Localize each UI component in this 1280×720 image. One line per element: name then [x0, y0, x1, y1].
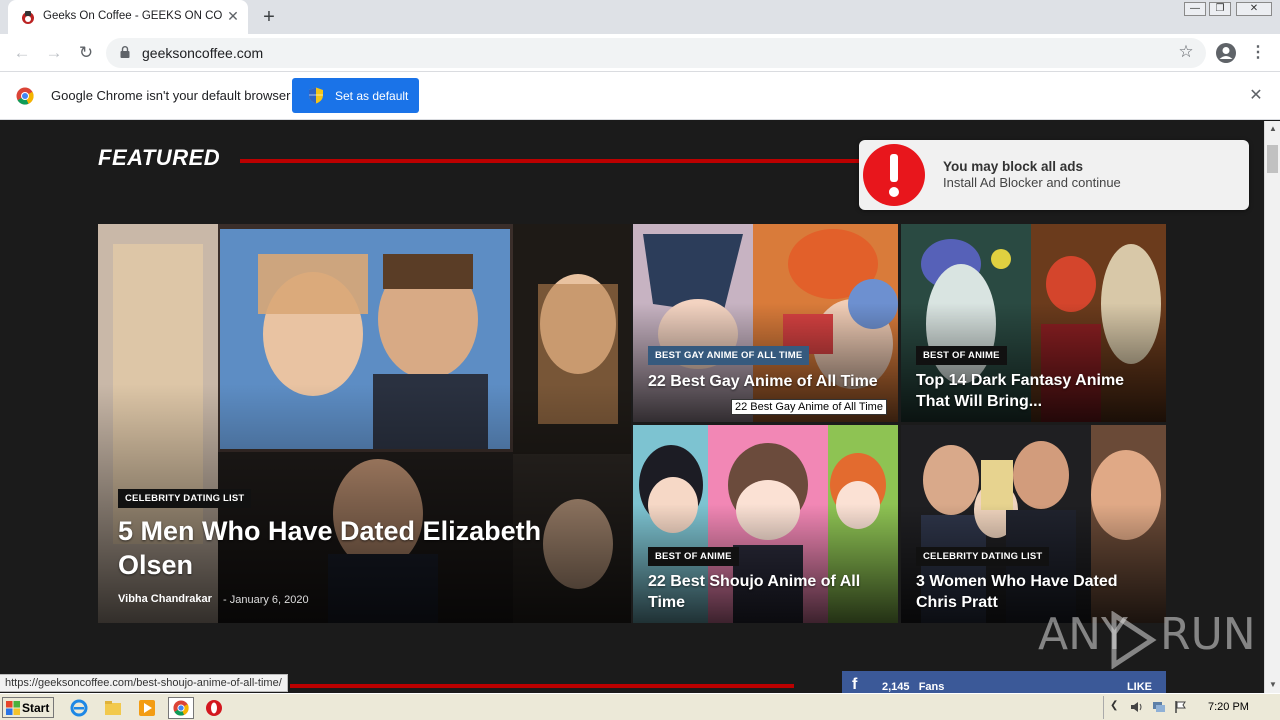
url-text: geeksoncoffee.com: [142, 45, 264, 61]
status-bar-url: https://geeksoncoffee.com/best-shoujo-an…: [0, 674, 288, 692]
profile-avatar-icon[interactable]: [1215, 42, 1237, 64]
file-explorer-icon[interactable]: [104, 699, 122, 717]
lock-icon: [120, 46, 130, 58]
start-label: Start: [22, 701, 50, 715]
infobar-close-icon[interactable]: ✕: [1246, 86, 1266, 106]
page-scrollbar[interactable]: ▲ ▼: [1264, 121, 1280, 693]
facebook-like-button[interactable]: LIKE: [1127, 681, 1152, 693]
author-name[interactable]: Vibha Chandrakar: [118, 593, 212, 605]
action-center-flag-icon[interactable]: [1174, 700, 1188, 714]
category-badge[interactable]: CELEBRITY DATING LIST: [916, 547, 1050, 566]
address-bar[interactable]: geeksoncoffee.com ☆: [106, 38, 1206, 68]
infobar-message: Google Chrome isn't your default browser: [51, 88, 291, 103]
windows-flag-icon: [6, 701, 20, 715]
browser-toolbar: ← → ↻ geeksoncoffee.com ☆ ⋮: [0, 34, 1280, 72]
system-tray: ❮ 7:20 PM: [1103, 696, 1278, 719]
featured-main-card[interactable]: CELEBRITY DATING LIST 5 Men Who Have Dat…: [98, 224, 631, 623]
tray-expand-icon[interactable]: ❮: [1110, 700, 1118, 711]
chrome-taskbar-button[interactable]: [168, 697, 194, 719]
warning-exclamation-icon: [863, 144, 925, 206]
volume-icon[interactable]: [1130, 700, 1144, 714]
featured-card-dark-fantasy[interactable]: BEST OF ANIME Top 14 Dark Fantasy Anime …: [901, 224, 1166, 422]
media-player-icon[interactable]: [138, 699, 156, 717]
category-badge[interactable]: BEST GAY ANIME OF ALL TIME: [648, 346, 810, 365]
windows-taskbar: Start ❮ 7:20 PM: [0, 693, 1280, 720]
new-tab-button[interactable]: +: [258, 6, 280, 28]
featured-card-chris-pratt[interactable]: CELEBRITY DATING LIST 3 Women Who Have D…: [901, 425, 1166, 623]
tab-title: Geeks On Coffee - GEEKS ON COFFEE: [43, 10, 223, 22]
back-arrow-icon[interactable]: ←: [10, 41, 34, 65]
link-tooltip: 22 Best Gay Anime of All Time: [731, 399, 887, 415]
watermark-text-right: RUN: [1160, 609, 1256, 660]
bookmark-star-icon[interactable]: ☆: [1176, 42, 1196, 62]
page-content: FEATURED CELEBRITY DATING LIST 5 Men Who…: [0, 121, 1264, 693]
card-title[interactable]: 22 Best Shoujo Anime of All Time: [648, 571, 888, 613]
scroll-thumb[interactable]: [1267, 145, 1278, 173]
facebook-icon: f: [852, 676, 858, 693]
featured-heading: FEATURED: [98, 145, 221, 170]
menu-kebab-icon[interactable]: ⋮: [1249, 42, 1267, 64]
site-favicon-icon: [22, 11, 34, 24]
category-badge[interactable]: BEST OF ANIME: [648, 547, 739, 566]
category-badge[interactable]: CELEBRITY DATING LIST: [118, 489, 252, 508]
set-as-default-button[interactable]: Set as default: [292, 78, 419, 113]
fan-count-unit: Fans: [918, 681, 945, 693]
reload-icon[interactable]: ↻: [74, 41, 98, 65]
card-title[interactable]: 3 Women Who Have Dated Chris Pratt: [916, 571, 1156, 613]
maximize-button[interactable]: ❐: [1209, 2, 1231, 16]
adblock-popup-title: You may block all ads: [943, 159, 1084, 174]
chrome-icon: [173, 700, 189, 716]
post-date: - January 6, 2020: [223, 594, 309, 606]
featured-card-gay-anime[interactable]: BEST GAY ANIME OF ALL TIME 22 Best Gay A…: [633, 224, 898, 422]
start-button[interactable]: Start: [2, 697, 54, 718]
card-title[interactable]: Top 14 Dark Fantasy Anime That Will Brin…: [916, 370, 1156, 412]
set-as-default-label: Set as default: [335, 89, 409, 103]
chrome-logo-icon: [16, 87, 34, 105]
category-badge[interactable]: BEST OF ANIME: [916, 346, 1007, 365]
main-card-title[interactable]: 5 Men Who Have Dated Elizabeth Olsen: [118, 514, 608, 582]
scroll-up-arrow-icon[interactable]: ▲: [1265, 121, 1280, 137]
uac-shield-icon: [309, 87, 323, 104]
taskbar-clock[interactable]: 7:20 PM: [1208, 701, 1249, 713]
facebook-fan-count: 2,145 Fans: [882, 681, 944, 693]
fan-count-number: 2,145: [882, 681, 910, 693]
close-window-button[interactable]: ✕: [1236, 2, 1272, 16]
facebook-fans-widget[interactable]: f 2,145 Fans LIKE: [842, 671, 1166, 693]
browser-tab[interactable]: Geeks On Coffee - GEEKS ON COFFEE ✕: [8, 0, 248, 34]
minimize-button[interactable]: —: [1184, 2, 1206, 16]
network-icon[interactable]: [1152, 700, 1166, 714]
adblock-popup[interactable]: You may block all ads Install Ad Blocker…: [859, 140, 1249, 210]
tab-strip: Geeks On Coffee - GEEKS ON COFFEE ✕ + — …: [0, 0, 1280, 34]
section-divider: [290, 684, 794, 688]
play-logo-icon: [1111, 611, 1157, 669]
default-browser-infobar: Google Chrome isn't your default browser…: [0, 72, 1280, 120]
tab-close-icon[interactable]: ✕: [224, 7, 242, 25]
adblock-popup-subtitle: Install Ad Blocker and continue: [943, 175, 1121, 190]
featured-card-shoujo-anime[interactable]: BEST OF ANIME 22 Best Shoujo Anime of Al…: [633, 425, 898, 623]
internet-explorer-icon[interactable]: [70, 699, 88, 717]
opera-icon[interactable]: [205, 699, 223, 717]
card-title[interactable]: 22 Best Gay Anime of All Time: [648, 371, 888, 392]
forward-arrow-icon[interactable]: →: [42, 41, 66, 65]
scroll-down-arrow-icon[interactable]: ▼: [1265, 677, 1280, 693]
